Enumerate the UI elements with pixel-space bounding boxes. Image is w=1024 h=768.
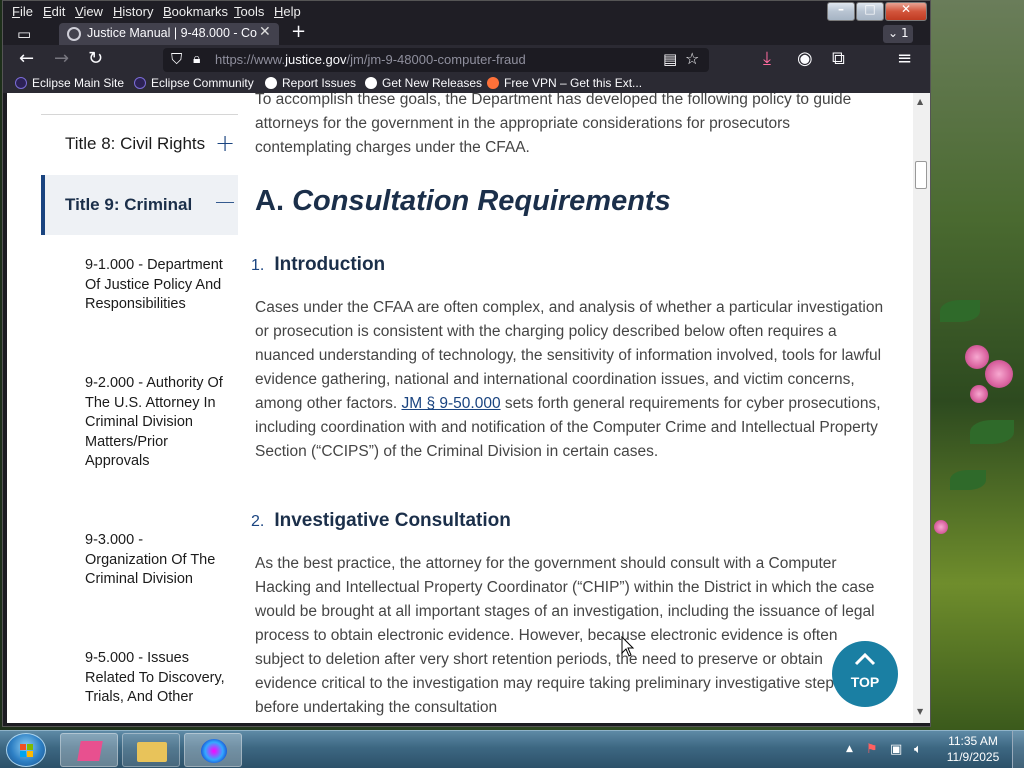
stack-app-icon [77, 741, 103, 761]
url-bar[interactable]: ⛉ 🔒︎ https://www.justice.gov/jm/jm-9-480… [163, 48, 709, 72]
back-arrow-icon[interactable]: ← [19, 49, 34, 69]
collapse-minus-icon[interactable]: — [215, 189, 235, 213]
windows-logo-icon [20, 744, 33, 757]
extensions-icon[interactable]: ⧉ [832, 49, 845, 69]
bookmarks-toolbar: Eclipse Main Site Eclipse Community Repo… [3, 73, 930, 93]
close-window-button[interactable]: ✕ [885, 2, 927, 21]
tab-overview-icon[interactable]: ▭ [17, 24, 31, 44]
navigation-toolbar: ← → ↻ ⛉ 🔒︎ https://www.justice.gov/jm/jm… [3, 45, 930, 73]
eclipse-icon [134, 77, 146, 89]
reader-view-icon[interactable]: ▤ [663, 49, 677, 69]
show-desktop-button[interactable] [1012, 731, 1024, 768]
sidebar-subitem-9-3[interactable]: 9-3.000 - Organization Of The Criminal D… [85, 531, 225, 590]
scroll-up-icon[interactable]: ▲ [917, 97, 923, 106]
reload-icon[interactable]: ↻ [88, 49, 103, 69]
sidebar-subitem-9-2[interactable]: 9-2.000 - Authority Of The U.S. Attorney… [85, 374, 225, 472]
bookmark-get-new-releases[interactable]: Get New Releases [365, 76, 482, 90]
sidebar-item-title-9[interactable]: Title 9: Criminal [65, 195, 192, 215]
menu-bar: File Edit View History Bookmarks Tools H… [3, 1, 930, 23]
account-icon[interactable]: ◉ [797, 49, 813, 69]
bookmark-star-icon[interactable]: ☆ [685, 49, 699, 69]
github-icon [265, 77, 277, 89]
jm-9-50000-link[interactable]: JM § 9-50.000 [401, 395, 500, 412]
desktop-wallpaper-plants [930, 0, 1024, 730]
tab-list-button[interactable]: ⌄ 1 [883, 25, 913, 43]
tray-expand-icon[interactable]: ▲ [846, 744, 853, 754]
subsection-heading-investigative-consultation: 2. Investigative Consultation [251, 510, 511, 531]
github-icon [365, 77, 377, 89]
top-label: TOP [850, 674, 880, 690]
volume-muted-icon[interactable]: 🔈︎ [914, 742, 922, 757]
intro-paragraph: To accomplish these goals, the Departmen… [255, 93, 852, 156]
bookmark-free-vpn[interactable]: Free VPN – Get this Ext... [487, 76, 642, 90]
back-to-top-button[interactable]: TOP [832, 641, 898, 707]
sidebar-item-title-8[interactable]: Title 8: Civil Rights [65, 134, 205, 154]
bookmark-eclipse-main[interactable]: Eclipse Main Site [15, 76, 124, 90]
app-icon [201, 739, 227, 763]
new-tab-icon[interactable]: + [291, 22, 306, 42]
browser-window: File Edit View History Bookmarks Tools H… [2, 0, 931, 727]
clock-time[interactable]: 11:35 AM [938, 734, 1008, 748]
bookmark-eclipse-community[interactable]: Eclipse Community [134, 76, 254, 90]
chevron-up-icon [854, 652, 876, 666]
downloads-icon[interactable]: ⤓ [763, 49, 771, 69]
taskbar-app-colorful[interactable] [184, 733, 242, 767]
shield-icon[interactable]: ⛉ [171, 49, 182, 69]
menu-file[interactable]: File [12, 4, 33, 19]
tab-title: Justice Manual | 9-48.000 - Com [87, 26, 257, 40]
bookmark-report-issues[interactable]: Report Issues [265, 76, 356, 90]
app-menu-icon[interactable]: ≡ [897, 49, 912, 69]
windows-taskbar: ▲ ⚑ ▣ 🔈︎ 11:35 AM 11/9/2025 [0, 730, 1024, 768]
menu-tools[interactable]: Tools [234, 4, 264, 19]
lock-icon[interactable]: 🔒︎ [193, 49, 200, 69]
justice-favicon-icon [67, 27, 81, 41]
menu-history[interactable]: History [113, 4, 153, 19]
menu-view[interactable]: View [75, 4, 103, 19]
action-center-icon[interactable]: ⚑ [866, 742, 878, 757]
investigative-consultation-paragraph: As the best practice, the attorney for t… [255, 555, 875, 716]
chevron-down-icon: ⌄ [888, 26, 899, 40]
maximize-button[interactable]: □ [856, 2, 884, 21]
expand-plus-icon[interactable]: + [215, 129, 235, 157]
sidebar-subitem-9-1[interactable]: 9-1.000 - Department Of Justice Policy A… [85, 256, 225, 315]
tab-active[interactable]: Justice Manual | 9-48.000 - Com ✕ [59, 23, 279, 45]
subsection-heading-introduction: 1. Introduction [251, 254, 386, 275]
tab-count: 1 [901, 26, 909, 40]
sidebar-subitem-9-5[interactable]: 9-5.000 - Issues Related To Discovery, T… [85, 649, 225, 708]
tab-bar: ▭ Justice Manual | 9-48.000 - Com ✕ + ⌄ … [3, 22, 930, 45]
eclipse-icon [15, 77, 27, 89]
minimize-button[interactable]: – [827, 2, 855, 21]
taskbar-explorer[interactable] [122, 733, 180, 767]
menu-edit[interactable]: Edit [43, 4, 65, 19]
scrollbar-thumb[interactable] [915, 161, 927, 189]
firefox-icon [487, 77, 499, 89]
url-text: https://www.justice.gov/jm/jm-9-48000-co… [215, 52, 526, 67]
tab-close-icon[interactable]: ✕ [259, 24, 271, 40]
introduction-paragraph: Cases under the CFAA are often complex, … [255, 299, 884, 460]
network-icon[interactable]: ▣ [890, 742, 902, 757]
page-scrollbar[interactable]: ▲ ▼ [913, 93, 930, 723]
scroll-down-icon[interactable]: ▼ [917, 707, 923, 716]
start-button[interactable] [6, 733, 46, 767]
taskbar-app-pink[interactable] [60, 733, 118, 767]
forward-arrow-icon[interactable]: → [54, 49, 69, 69]
mouse-cursor-icon [621, 636, 635, 657]
menu-help[interactable]: Help [274, 4, 301, 19]
sidebar-divider [41, 114, 238, 115]
clock-date[interactable]: 11/9/2025 [938, 750, 1008, 764]
web-page: Title 8: Civil Rights + Title 9: Crimina… [7, 93, 913, 723]
section-heading: A. Consultation Requirements [255, 185, 671, 217]
folder-icon [137, 742, 167, 762]
menu-bookmarks[interactable]: Bookmarks [163, 4, 228, 19]
